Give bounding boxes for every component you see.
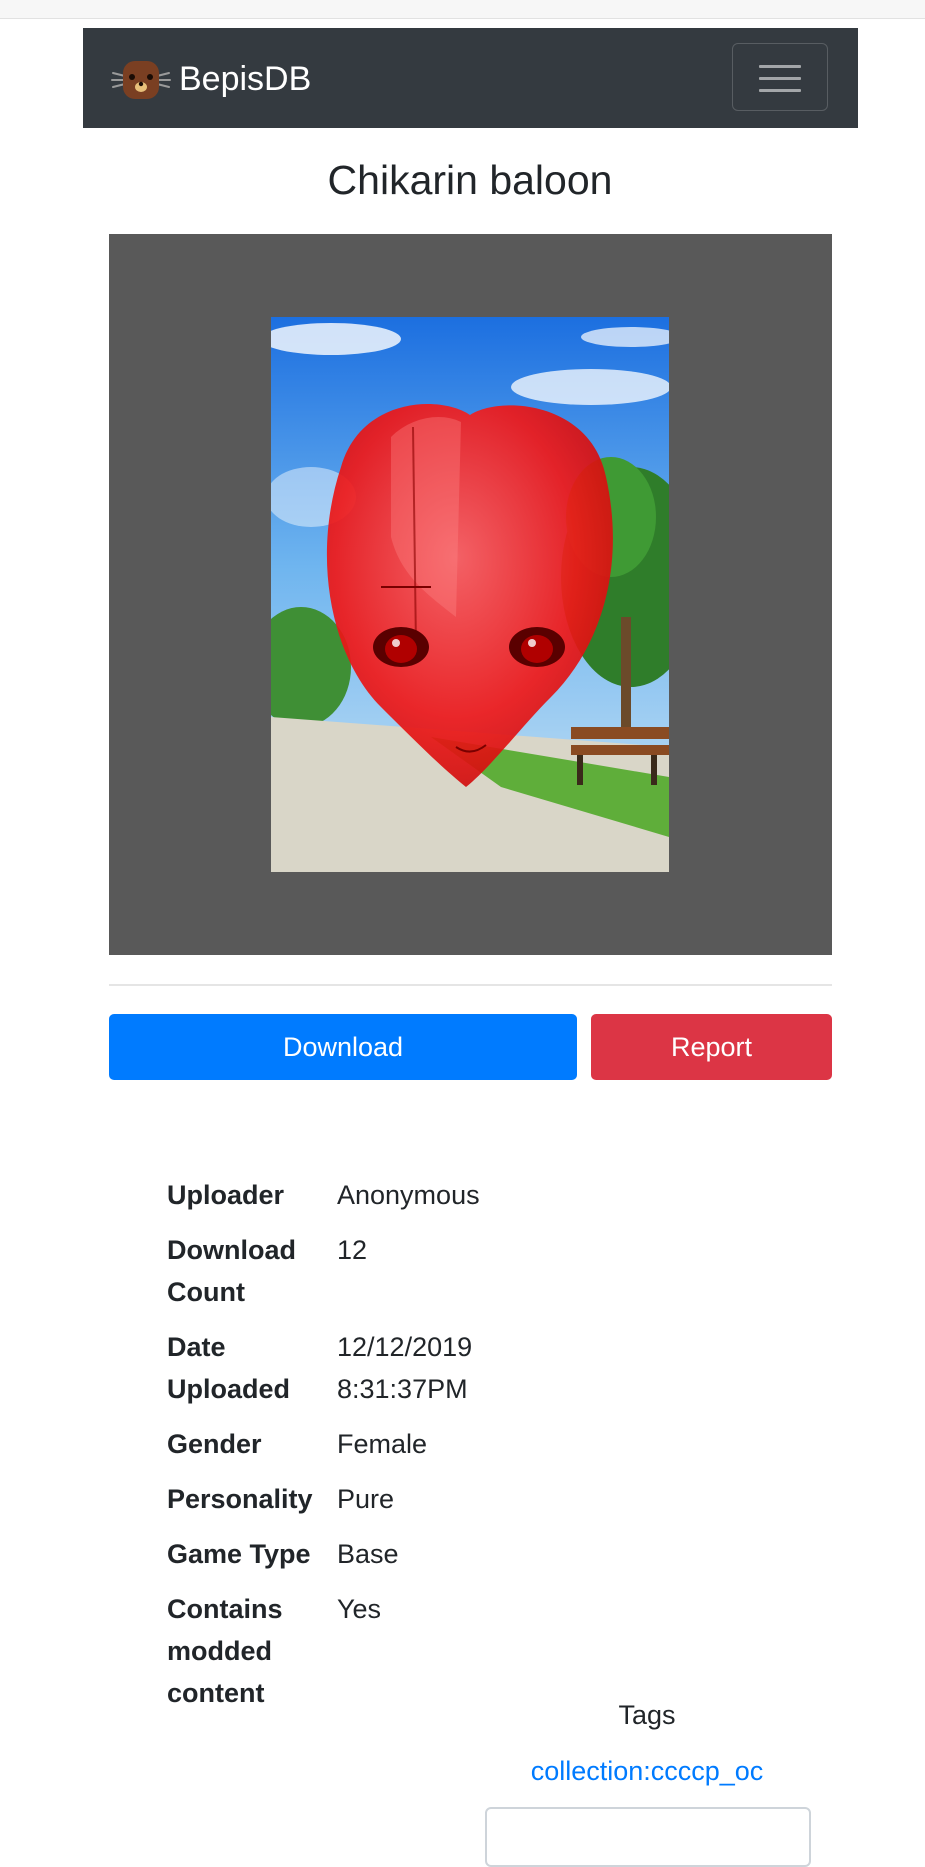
card-title: Chikarin baloon (327, 157, 613, 203)
tag-link[interactable]: collection:ccccp_oc (450, 1750, 844, 1792)
info-key: Date Uploaded (167, 1332, 291, 1404)
navbar-brand[interactable]: BepisDB (111, 57, 311, 101)
hamburger-line (759, 77, 801, 80)
info-row-personality: Personality Pure (167, 1478, 567, 1520)
card-info-table: Uploader Anonymous Download Count 12 Dat… (167, 1174, 567, 1727)
report-button[interactable]: Report (591, 1014, 832, 1080)
browser-top-edge (0, 0, 925, 19)
brand-name: BepisDB (179, 60, 312, 98)
info-value: Anonymous (337, 1180, 480, 1210)
info-value: Female (337, 1429, 428, 1459)
info-key: Download Count (167, 1235, 296, 1307)
info-row-download-count: Download Count 12 (167, 1229, 567, 1313)
info-value: 12 (337, 1235, 368, 1265)
info-row-date-uploaded: Date Uploaded 12/12/2019 8:31:37PM (167, 1326, 567, 1410)
info-key: Gender (167, 1429, 262, 1459)
info-key: Game Type (167, 1539, 311, 1569)
navbar-toggle-button[interactable] (732, 43, 828, 111)
tag-select-partial[interactable] (485, 1807, 811, 1867)
info-value: Pure (337, 1484, 395, 1514)
hamburger-menu-icon (759, 65, 801, 68)
card-preview-frame (109, 234, 832, 955)
info-key: Contains modded content (167, 1594, 283, 1708)
info-value: 12/12/2019 8:31:37PM (337, 1332, 473, 1404)
divider (109, 984, 832, 986)
hamburger-line (759, 89, 801, 92)
tags-heading: Tags (618, 1700, 676, 1730)
info-row-gender: Gender Female (167, 1423, 567, 1465)
download-button[interactable]: Download (109, 1014, 577, 1080)
navbar: BepisDB (83, 28, 858, 128)
info-key: Uploader (167, 1180, 285, 1210)
character-card-image[interactable] (271, 317, 669, 872)
info-row-game-type: Game Type Base (167, 1533, 567, 1575)
info-value: Base (337, 1539, 399, 1569)
info-row-uploader: Uploader Anonymous (167, 1174, 567, 1216)
bepis-mascot-icon (111, 61, 171, 99)
info-key: Personality (167, 1484, 313, 1514)
